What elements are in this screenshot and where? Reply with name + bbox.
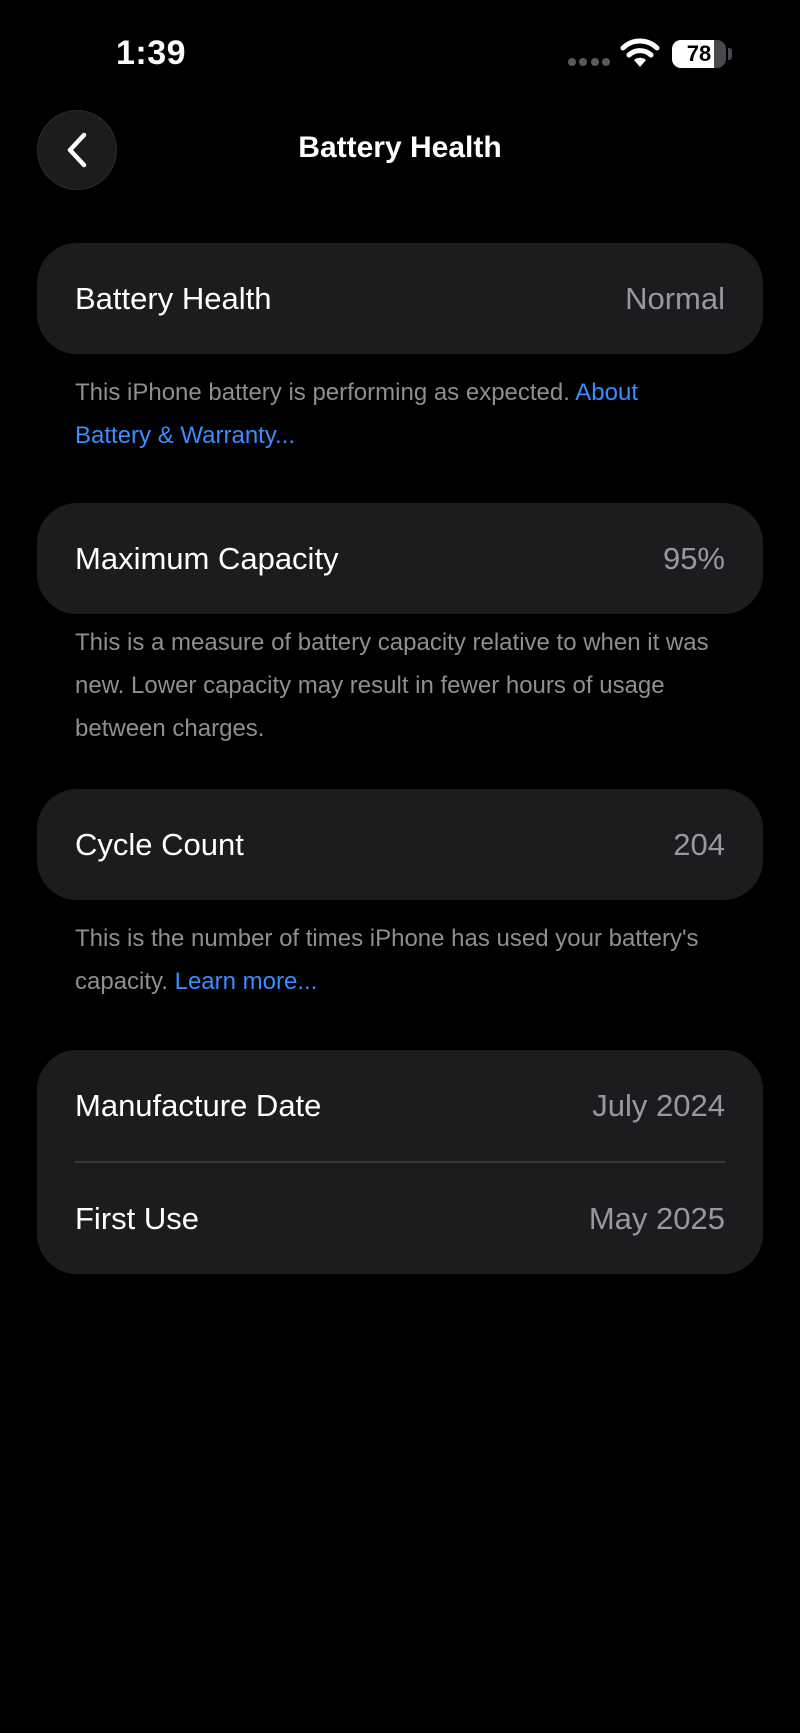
cycle-count-footnote-text: This is the number of times iPhone has u…: [75, 925, 699, 995]
battery-level-text: 78: [686, 41, 712, 66]
cycle-count-card: Cycle Count 204: [37, 789, 763, 900]
cycle-count-label: Cycle Count: [75, 826, 244, 862]
battery-health-row: Battery Health Normal: [37, 243, 763, 354]
battery-health-footnote-text: This iPhone battery is performing as exp…: [75, 379, 576, 406]
maximum-capacity-footnote-text: This is a measure of battery capacity re…: [75, 629, 709, 742]
wifi-icon: [620, 38, 660, 68]
battery-nub: [728, 48, 732, 60]
battery-health-footnote: This iPhone battery is performing as exp…: [75, 371, 715, 457]
first-use-label: First Use: [75, 1200, 199, 1236]
maximum-capacity-card: Maximum Capacity 95%: [37, 503, 763, 614]
cycle-count-footnote: This is the number of times iPhone has u…: [75, 917, 715, 1003]
battery-health-label: Battery Health: [75, 280, 272, 316]
status-time: 1:39: [116, 34, 187, 72]
first-use-row: First Use May 2025: [37, 1163, 763, 1274]
maximum-capacity-value: 95%: [662, 540, 725, 576]
manufacture-date-row: Manufacture Date July 2024: [37, 1050, 763, 1161]
cellular-signal-dots-icon: [568, 58, 610, 66]
cycle-count-value: 204: [673, 826, 725, 862]
learn-more-link[interactable]: Learn more...: [175, 968, 318, 995]
first-use-value: May 2025: [588, 1200, 725, 1236]
maximum-capacity-label: Maximum Capacity: [75, 540, 339, 576]
status-bar: 1:39 78: [0, 0, 800, 100]
cycle-count-row: Cycle Count 204: [37, 789, 763, 900]
maximum-capacity-footnote: This is a measure of battery capacity re…: [75, 621, 715, 750]
battery-health-card: Battery Health Normal: [37, 243, 763, 354]
battery-dates-card: Manufacture Date July 2024 First Use May…: [37, 1050, 763, 1274]
maximum-capacity-row: Maximum Capacity 95%: [37, 503, 763, 614]
manufacture-date-label: Manufacture Date: [75, 1087, 322, 1123]
battery-icon: 78: [672, 40, 726, 68]
battery-health-value: Normal: [625, 280, 725, 316]
manufacture-date-value: July 2024: [592, 1087, 725, 1123]
page-title: Battery Health: [298, 131, 502, 164]
